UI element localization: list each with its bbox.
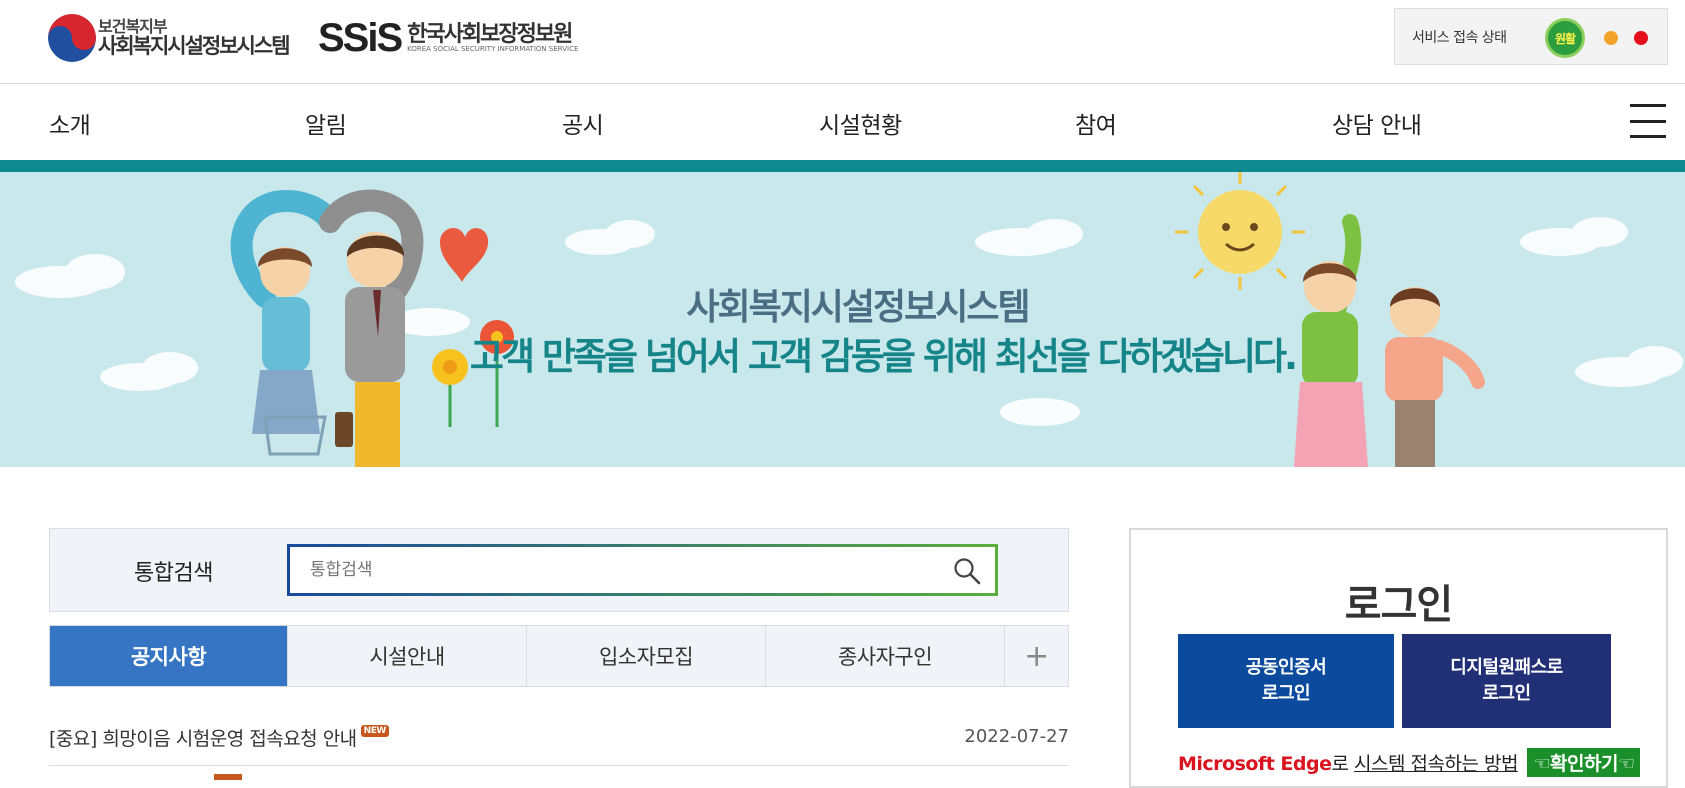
edge-guide-link[interactable]: 시스템 접속하는 방법: [1354, 753, 1518, 775]
hero-banner: 사회복지시설정보시스템 고객 만족을 넘어서 고객 감동을 위해 최선을 다하겠…: [0, 172, 1685, 467]
search-icon[interactable]: [953, 557, 981, 585]
digital-login-line2: 로그인: [1482, 683, 1531, 704]
tab-resident-recruit[interactable]: 입소자모집: [527, 626, 766, 686]
search-input[interactable]: [290, 547, 930, 593]
banner-title: 사회복지시설정보시스템: [686, 287, 1030, 328]
menu-icon[interactable]: [1630, 104, 1666, 138]
cert-login-button[interactable]: 공동인증서로그인: [1178, 634, 1394, 728]
tab-notices[interactable]: 공지사항: [50, 626, 288, 686]
nav-item-intro[interactable]: 소개: [49, 106, 91, 140]
status-warning-indicator: [1604, 31, 1618, 45]
main-nav: 소개 알림 공시 시설현황 참여 상담 안내: [0, 84, 1685, 160]
site-header: 보건복지부 사회복지시설정보시스템 SSiS 한국사회보장정보원 KOREA S…: [0, 0, 1685, 84]
tab-facility-info[interactable]: 시설안내: [288, 626, 527, 686]
board-tabs: 공지사항 시설안내 입소자모집 종사자구인 +: [49, 625, 1069, 687]
system-name-label: 사회복지시설정보시스템: [98, 34, 291, 59]
ssis-mark: SSiS: [318, 16, 403, 60]
cert-login-line1: 공동인증서: [1245, 656, 1327, 678]
nav-item-disclosure[interactable]: 공시: [562, 106, 604, 140]
edge-suffix: 로: [1331, 753, 1349, 775]
cert-login-line2: 로그인: [1261, 683, 1311, 704]
service-status-label: 서비스 접속 상태: [1412, 29, 1507, 46]
search-label: 통합검색: [134, 561, 213, 586]
notice-title[interactable]: [중요] 희망이음 시험운영 접속요청 안내 NEW: [49, 724, 389, 751]
new-badge: NEW: [360, 725, 389, 737]
nav-item-notice[interactable]: 알림: [305, 106, 347, 140]
edge-brand-label: Microsoft Edge: [1178, 753, 1332, 775]
digital-login-line1: 디지털원패스로: [1450, 656, 1563, 678]
ssis-logo[interactable]: SSiS 한국사회보장정보원 KOREA SOCIAL SECURITY INF…: [318, 12, 598, 64]
integrated-search-panel: 통합검색: [49, 528, 1069, 612]
ssis-english-name: KOREA SOCIAL SECURITY INFORMATION SERVIC…: [407, 44, 579, 53]
digital-onepass-login-button[interactable]: 디지털원패스로로그인: [1402, 634, 1611, 728]
banner-subtitle: 고객 만족을 넘어서 고객 감동을 위해 최선을 다하겠습니다.: [469, 335, 1298, 378]
taeguk-icon: [48, 14, 96, 62]
service-status-box: 서비스 접속 상태 원활: [1394, 8, 1668, 65]
edge-confirm-button[interactable]: ☜확인하기☜: [1527, 748, 1641, 777]
notice-date: 2022-07-27: [964, 726, 1069, 747]
tab-staff-recruit[interactable]: 종사자구인: [766, 626, 1005, 686]
nav-item-facilities[interactable]: 시설현황: [819, 106, 902, 140]
next-new-badge: [214, 774, 242, 780]
tab-more-plus-icon[interactable]: +: [1005, 626, 1068, 686]
notice-list-item[interactable]: [중요] 희망이음 시험운영 접속요청 안내 NEW 2022-07-27: [49, 724, 1069, 766]
edge-access-guide: Microsoft Edge로 시스템 접속하는 방법 ☜확인하기☜: [1178, 748, 1641, 777]
login-panel: 로그인 공동인증서 로그인 디지털원패스로 로그인 Microsoft Edge로 …: [1129, 528, 1668, 788]
status-error-indicator: [1634, 31, 1648, 45]
ministry-logo[interactable]: 보건복지부 사회복지시설정보시스템: [48, 12, 308, 64]
ssis-korean-name: 한국사회보장정보원: [407, 21, 573, 47]
search-input-wrapper: [287, 544, 998, 596]
status-ok-indicator: 원활: [1545, 18, 1585, 58]
nav-item-participation[interactable]: 참여: [1075, 106, 1117, 140]
ministry-small-label: 보건복지부: [98, 16, 168, 36]
login-title: 로그인: [1344, 582, 1453, 628]
nav-divider: [0, 160, 1685, 172]
nav-item-consultation[interactable]: 상담 안내: [1332, 106, 1422, 140]
